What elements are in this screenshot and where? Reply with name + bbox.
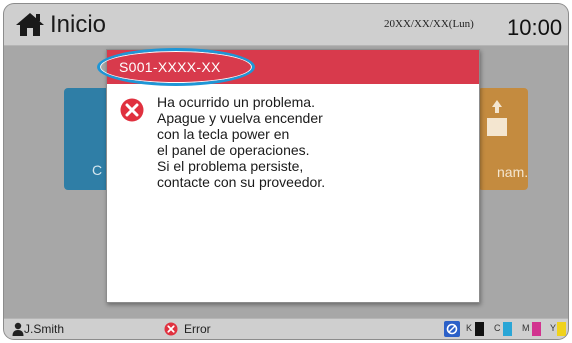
ink-bar <box>532 322 541 336</box>
error-message: Ha ocurrido un problema. Apague y vuelva… <box>157 94 467 190</box>
message-line: Ha ocurrido un problema. <box>157 94 315 110</box>
message-line: Apague y vuelva encender <box>157 110 323 126</box>
error-dialog-header: S001-XXXX-XX <box>97 48 479 86</box>
highlight-oval <box>97 48 255 86</box>
upload-icon <box>487 100 507 136</box>
ink-bar <box>557 322 566 336</box>
ink-label: K <box>466 323 473 333</box>
status-bar: J.Smith Error K C M Y <box>4 318 568 339</box>
ink-label: M <box>522 323 530 333</box>
status-text[interactable]: Error <box>184 322 211 336</box>
ink-label: C <box>494 323 501 333</box>
date-display: 20XX/XX/XX(Lun) <box>384 18 474 30</box>
ink-bar <box>475 322 484 336</box>
error-dialog: S001-XXXX-XX Ha ocurrido un problema. Ap… <box>97 48 480 303</box>
ink-bar <box>503 322 512 336</box>
message-line: Si el problema persiste, <box>157 158 304 174</box>
message-line: con la tecla power en <box>157 126 290 142</box>
user-icon <box>12 322 24 336</box>
message-line: el panel de operaciones. <box>157 142 310 158</box>
function-tile-right-label: nam. <box>497 164 529 180</box>
ink-label: Y <box>550 323 557 333</box>
message-line: contacte con su proveedor. <box>157 174 326 190</box>
error-circle-icon <box>120 98 144 122</box>
home-icon[interactable] <box>14 11 46 37</box>
network-icon <box>444 321 460 337</box>
user-name[interactable]: J.Smith <box>24 322 64 336</box>
clock-display: 10:00 <box>507 15 563 40</box>
top-bar: Inicio 20XX/XX/XX(Lun) 10:00 <box>4 4 568 46</box>
error-status-icon <box>164 322 178 336</box>
function-tile-left-label: C <box>92 162 103 178</box>
device-screen: Inicio 20XX/XX/XX(Lun) 10:00 C nam. S001… <box>4 4 568 339</box>
page-title: Inicio <box>50 11 107 38</box>
